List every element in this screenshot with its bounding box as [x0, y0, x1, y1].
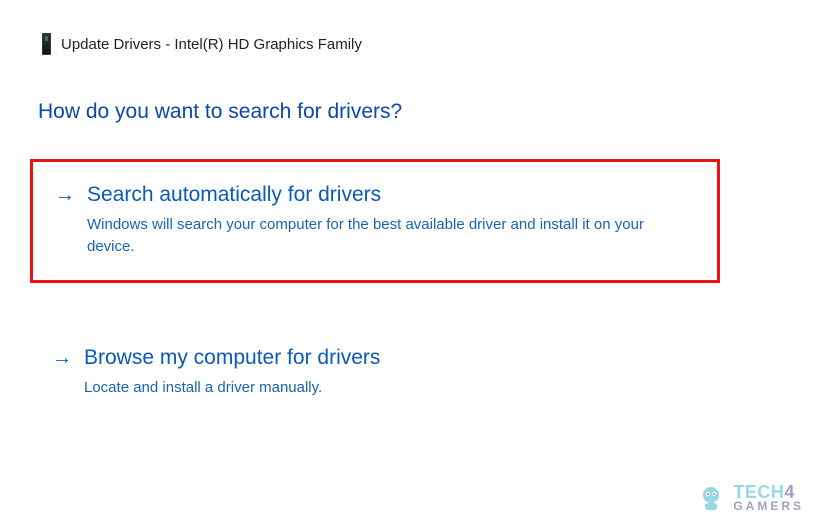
option-title: Search automatically for drivers [87, 182, 691, 208]
option-browse-computer[interactable]: → Browse my computer for drivers Locate … [30, 325, 720, 421]
arrow-right-icon: → [52, 345, 72, 371]
option-description: Windows will search your computer for th… [87, 208, 691, 258]
prompt-heading: How do you want to search for drivers? [0, 55, 816, 124]
option-search-automatically[interactable]: → Search automatically for drivers Windo… [30, 159, 720, 283]
watermark-tech4: TECH4 [733, 485, 804, 499]
watermark-logo: TECH4 GAMERS [695, 483, 804, 515]
watermark-gamers: GAMERS [733, 499, 804, 513]
dialog-header: Update Drivers - Intel(R) HD Graphics Fa… [0, 0, 816, 55]
mascot-icon [695, 483, 727, 515]
device-tower-icon [42, 33, 51, 55]
dialog-title: Update Drivers - Intel(R) HD Graphics Fa… [61, 36, 362, 53]
options-list: → Search automatically for drivers Windo… [0, 124, 816, 421]
option-title: Browse my computer for drivers [84, 345, 380, 371]
option-description: Locate and install a driver manually. [84, 371, 380, 399]
arrow-right-icon: → [55, 182, 75, 208]
